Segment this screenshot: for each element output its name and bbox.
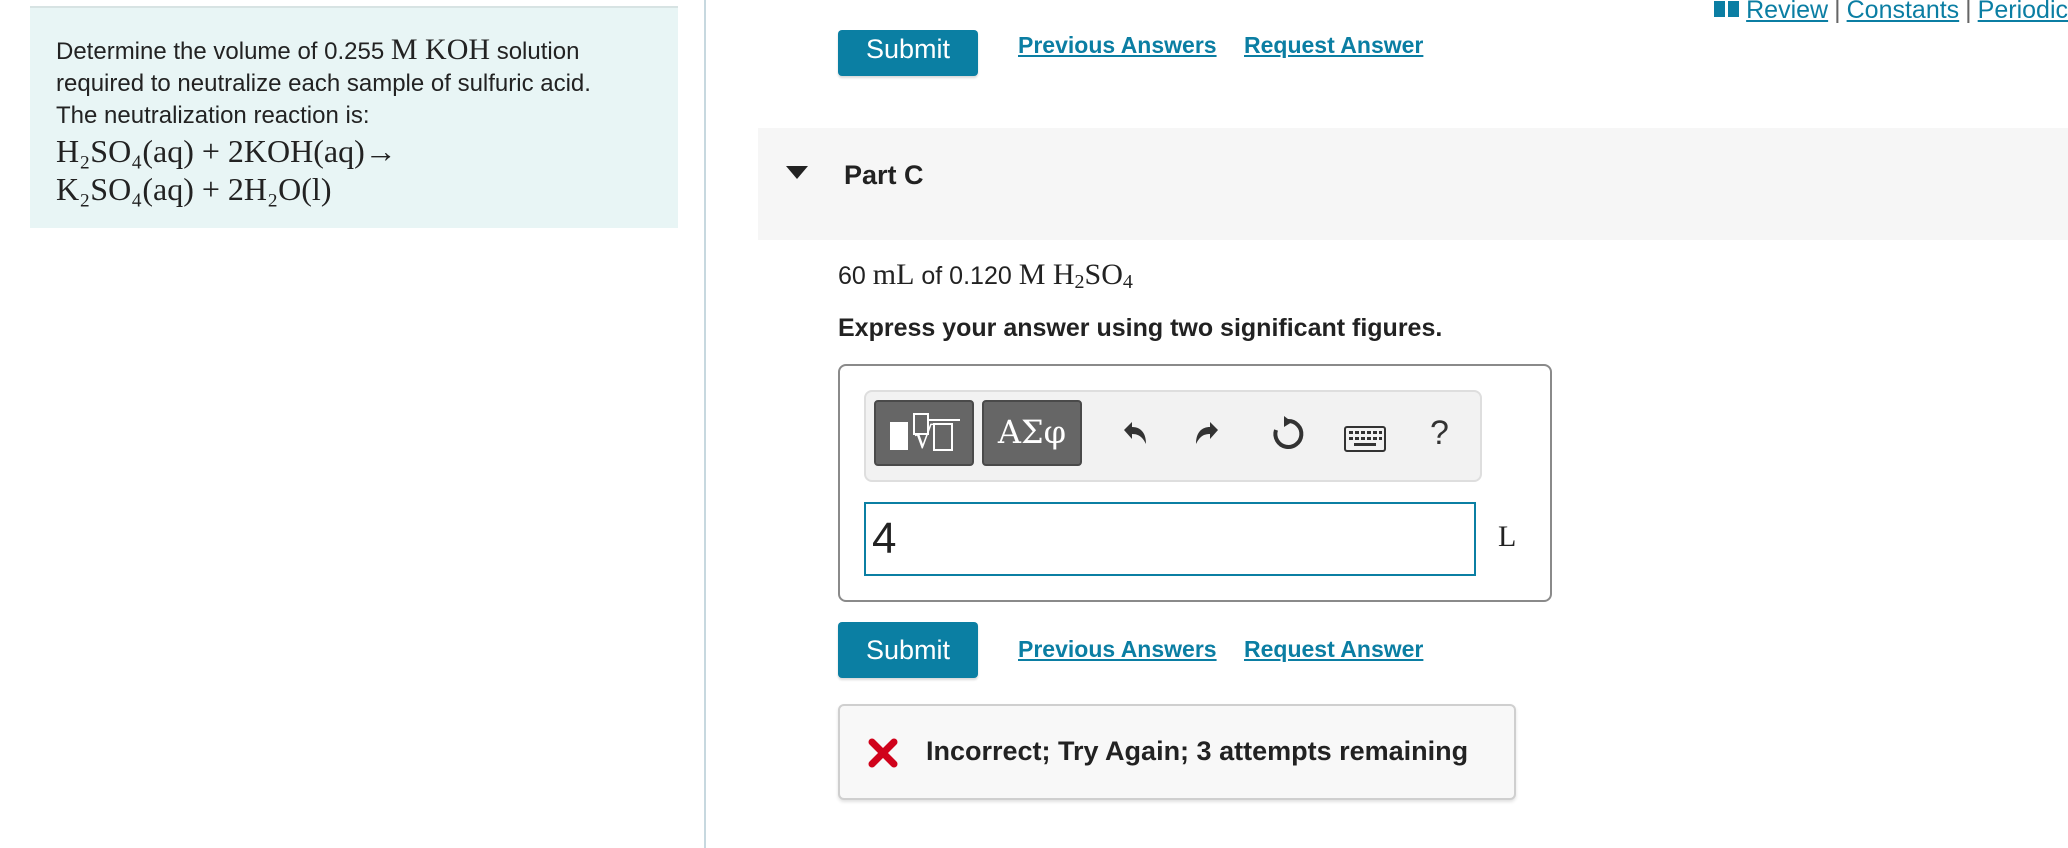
formula-part: M H [1018, 258, 1075, 291]
svg-text:√: √ [914, 421, 934, 456]
templates-icon: √ [890, 413, 960, 456]
error-x-icon [868, 738, 898, 773]
problem-line-3: The neutralization reaction is: [56, 102, 370, 129]
templates-button[interactable]: √ [874, 400, 974, 466]
answer-input[interactable] [864, 502, 1476, 576]
reaction-equation-line-2: K₂SO₄(aq) + 2H₂O(l) [56, 171, 332, 207]
question-number: 60 [838, 262, 866, 290]
previous-answers-link-prev-part[interactable]: Previous Answers [1018, 32, 1217, 59]
periodic-table-link[interactable]: Periodic [1978, 0, 2068, 24]
answer-area: √ ΑΣφ ? L [838, 364, 1552, 602]
separator: | [1834, 0, 1841, 24]
previous-answers-link[interactable]: Previous Answers [1018, 636, 1217, 663]
submit-label: Submit [865, 635, 951, 665]
submit-button[interactable]: Submit [838, 622, 978, 678]
answer-unit: L [1498, 520, 1517, 553]
problem-line-2: required to neutralize each sample of su… [56, 70, 591, 97]
reaction-equation-line-1: H₂SO₄(aq) + 2KOH(aq)→ [56, 133, 397, 169]
question-formula: M H2SO4 [1018, 258, 1133, 293]
problem-text: Determine the volume of 0.255 [56, 38, 385, 65]
problem-text: solution [496, 38, 580, 65]
instruction-text: Express your answer using two significan… [838, 314, 1443, 342]
problem-math: M KOH [390, 33, 491, 66]
request-answer-link[interactable]: Request Answer [1244, 636, 1423, 663]
caret-down-icon[interactable] [786, 166, 808, 185]
formula-part: SO [1084, 258, 1123, 291]
review-link[interactable]: Review [1746, 0, 1828, 24]
formula-subscript: 4 [1122, 271, 1133, 293]
question-text: 60 mL of 0.120 M H2SO4 [838, 258, 1133, 292]
part-title: Part C [844, 160, 924, 190]
feedback-text: Incorrect; Try Again; 3 attempts remaini… [926, 736, 1469, 766]
submit-label: Submit [865, 34, 951, 64]
greek-label: ΑΣφ [997, 413, 1067, 451]
formula-subscript: 2 [1074, 271, 1085, 293]
request-answer-link-prev-part[interactable]: Request Answer [1244, 32, 1423, 59]
math-toolbar: √ ΑΣφ ? [864, 390, 1482, 482]
help-button[interactable]: ? [1430, 414, 1449, 453]
problem-line-1: Determine the volume of 0.255 M KOH solu… [56, 34, 652, 68]
keyboard-icon[interactable] [1344, 426, 1386, 457]
greek-symbols-button[interactable]: ΑΣφ [982, 400, 1082, 466]
undo-icon[interactable] [1116, 416, 1150, 455]
top-links: Review | Constants | Periodic [1714, 0, 2068, 26]
submit-button-prev-part[interactable]: Submit [838, 30, 978, 76]
question-unit: mL [872, 258, 915, 291]
redo-icon[interactable] [1192, 416, 1226, 455]
question-text-part: of 0.120 [921, 262, 1012, 290]
separator: | [1965, 0, 1972, 24]
feedback-message-box: Incorrect; Try Again; 3 attempts remaini… [838, 704, 1516, 800]
problem-statement: Determine the volume of 0.255 M KOH solu… [30, 6, 678, 228]
column-divider [704, 0, 706, 848]
reset-icon[interactable] [1270, 416, 1306, 457]
constants-link[interactable]: Constants [1847, 0, 1960, 24]
help-icon: ? [1430, 414, 1449, 452]
book-icon [1714, 0, 1740, 26]
part-c-header[interactable]: Part C [758, 128, 2068, 240]
